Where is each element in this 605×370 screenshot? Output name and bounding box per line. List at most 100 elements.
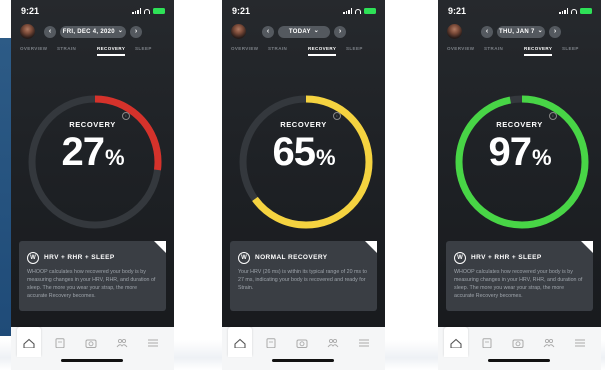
- tab-bar: OVERVIEW STRAIN RECOVERY SLEEP: [222, 46, 385, 60]
- tab-recovery[interactable]: RECOVERY: [308, 46, 337, 56]
- battery-icon: [364, 8, 376, 14]
- chevron-down-icon: ⌄: [313, 27, 320, 34]
- home-icon[interactable]: [23, 338, 35, 348]
- info-card[interactable]: W HRV + RHR + SLEEP WHOOP calculates how r…: [446, 241, 593, 311]
- journal-icon[interactable]: [481, 338, 493, 348]
- signal-icon: [343, 8, 352, 14]
- bottom-nav: [11, 327, 174, 370]
- community-icon[interactable]: [543, 338, 555, 348]
- date-selector[interactable]: FRI, DEC 4, 2020 ⌄: [60, 26, 126, 38]
- chevron-right-icon[interactable]: ›: [549, 26, 561, 38]
- status-bar: 9:21: [11, 6, 174, 18]
- tab-recovery[interactable]: RECOVERY: [97, 46, 126, 56]
- percent-sign: %: [531, 145, 552, 170]
- journal-icon[interactable]: [54, 338, 66, 348]
- home-indicator: [61, 359, 123, 362]
- tab-overview[interactable]: OVERVIEW: [447, 46, 474, 51]
- card-description: WHOOP calculates how recovered your body…: [27, 269, 156, 299]
- info-card[interactable]: W NORMAL RECOVERY Your HRV (26 ms) is with…: [230, 241, 377, 311]
- community-icon[interactable]: [116, 338, 128, 348]
- phone-screen: 9:21 ‹ FRI, DEC 4, 2020 ⌄ › OVERVIEW STRAIN REC…: [11, 0, 174, 370]
- date-selector[interactable]: THU, JAN 7 ⌄: [497, 26, 545, 38]
- status-icons: [559, 8, 592, 14]
- phone-screen: 9:21 ‹ TODAY ⌄ › OVERVIEW STRAIN RECOVERY SLEEP R…: [222, 0, 385, 370]
- ring-label: RECOVERY: [280, 120, 327, 129]
- signal-icon: [132, 8, 141, 14]
- card-title: HRV + RHR + SLEEP: [471, 254, 542, 261]
- camera-icon[interactable]: [512, 338, 524, 348]
- chevron-left-icon[interactable]: ‹: [44, 26, 56, 38]
- card-title: HRV + RHR + SLEEP: [44, 254, 115, 261]
- tab-overview[interactable]: OVERVIEW: [20, 46, 47, 51]
- chevron-down-icon: ⌄: [537, 27, 543, 34]
- wifi-icon: [355, 8, 361, 14]
- tab-sleep[interactable]: SLEEP: [135, 46, 152, 51]
- card-description: WHOOP calculates how recovered your body…: [454, 269, 583, 299]
- date-selector[interactable]: TODAY ⌄: [278, 26, 330, 38]
- whoop-logo-icon: W: [454, 252, 466, 264]
- tab-recovery[interactable]: RECOVERY: [524, 46, 553, 56]
- profile-avatar[interactable]: [231, 24, 246, 39]
- tab-strain[interactable]: STRAIN: [484, 46, 503, 51]
- recovery-value: 27%: [11, 130, 174, 175]
- status-time: 9:21: [232, 6, 251, 16]
- whoop-logo-icon: W: [27, 252, 39, 264]
- menu-icon[interactable]: [358, 338, 370, 348]
- info-icon[interactable]: i: [333, 112, 341, 120]
- home-icon[interactable]: [234, 338, 246, 348]
- card-fold-corner: [154, 241, 166, 253]
- card-fold-corner: [365, 241, 377, 253]
- chevron-right-icon[interactable]: ›: [130, 26, 142, 38]
- tab-sleep[interactable]: SLEEP: [562, 46, 579, 51]
- menu-icon[interactable]: [147, 338, 159, 348]
- camera-icon[interactable]: [296, 338, 308, 348]
- wifi-icon: [144, 8, 150, 14]
- recovery-value: 97%: [438, 130, 601, 175]
- recovery-number: 97: [488, 130, 531, 174]
- card-title: NORMAL RECOVERY: [255, 254, 328, 261]
- percent-sign: %: [104, 145, 125, 170]
- percent-sign: %: [315, 145, 336, 170]
- chevron-right-icon[interactable]: ›: [334, 26, 346, 38]
- info-icon[interactable]: i: [549, 112, 557, 120]
- profile-avatar[interactable]: [20, 24, 35, 39]
- date-label: TODAY: [288, 29, 311, 35]
- tab-bar: OVERVIEW STRAIN RECOVERY SLEEP: [11, 46, 174, 60]
- status-bar: 9:21: [222, 6, 385, 18]
- ring-label: RECOVERY: [496, 120, 543, 129]
- battery-icon: [580, 8, 592, 14]
- date-label: FRI, DEC 4, 2020: [62, 29, 115, 35]
- wifi-icon: [571, 8, 577, 14]
- status-time: 9:21: [21, 6, 40, 16]
- info-icon[interactable]: i: [122, 112, 130, 120]
- camera-icon[interactable]: [85, 338, 97, 348]
- signal-icon: [559, 8, 568, 14]
- tab-strain[interactable]: STRAIN: [57, 46, 76, 51]
- tab-strain[interactable]: STRAIN: [268, 46, 287, 51]
- bottom-nav: [222, 327, 385, 370]
- status-time: 9:21: [448, 6, 467, 16]
- home-icon[interactable]: [450, 338, 462, 348]
- journal-icon[interactable]: [265, 338, 277, 348]
- chevron-left-icon[interactable]: ‹: [481, 26, 493, 38]
- status-icons: [132, 8, 165, 14]
- profile-avatar[interactable]: [447, 24, 462, 39]
- status-icons: [343, 8, 376, 14]
- menu-icon[interactable]: [574, 338, 586, 348]
- date-label: THU, JAN 7: [499, 29, 535, 35]
- home-indicator: [488, 359, 550, 362]
- chevron-left-icon[interactable]: ‹: [262, 26, 274, 38]
- community-icon[interactable]: [327, 338, 339, 348]
- tab-bar: OVERVIEW STRAIN RECOVERY SLEEP: [438, 46, 601, 60]
- status-bar: 9:21: [438, 6, 601, 18]
- recovery-number: 27: [61, 130, 104, 174]
- ring-label: RECOVERY: [69, 120, 116, 129]
- info-card[interactable]: W HRV + RHR + SLEEP WHOOP calculates how r…: [19, 241, 166, 311]
- tab-overview[interactable]: OVERVIEW: [231, 46, 258, 51]
- home-indicator: [272, 359, 334, 362]
- bottom-nav: [438, 327, 601, 370]
- tab-sleep[interactable]: SLEEP: [346, 46, 363, 51]
- card-description: Your HRV (26 ms) is within its typical r…: [238, 269, 367, 291]
- phone-screen: 9:21 ‹ THU, JAN 7 ⌄ › OVERVIEW STRAIN RECOVERY S…: [438, 0, 601, 370]
- chevron-down-icon: ⌄: [117, 27, 124, 34]
